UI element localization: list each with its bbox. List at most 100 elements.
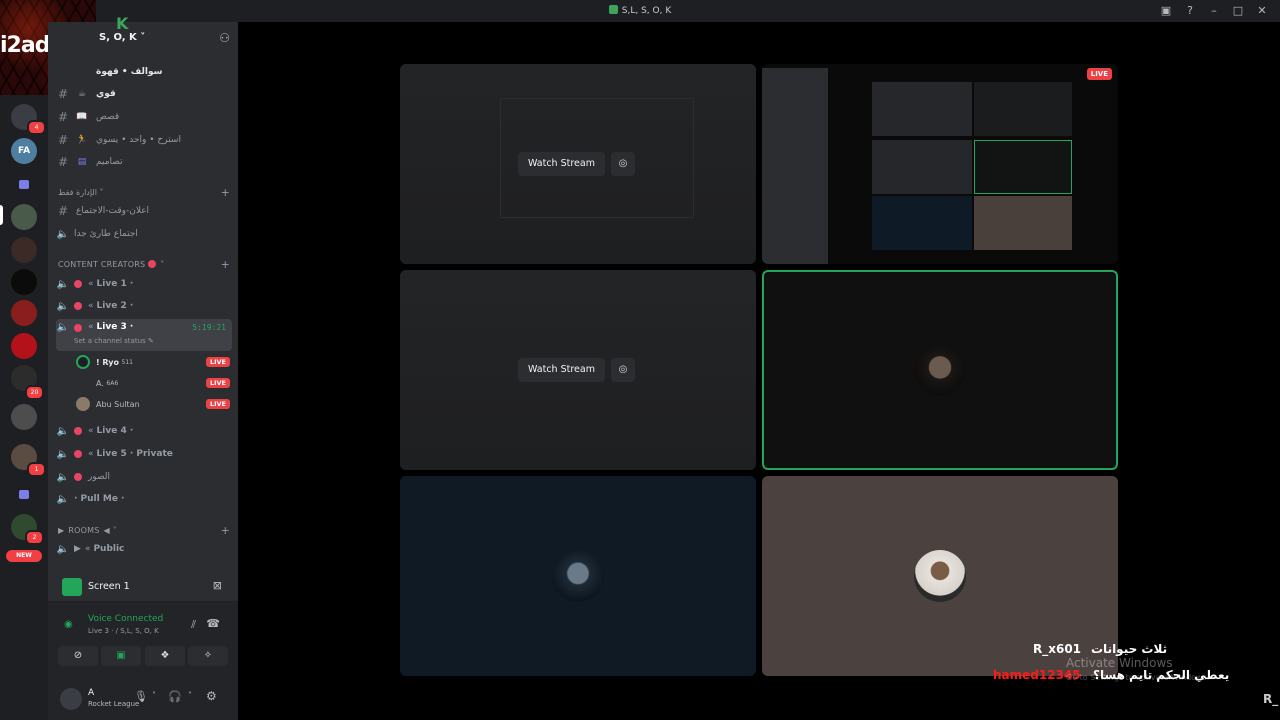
- add-channel-icon[interactable]: +: [221, 258, 230, 271]
- guild-logo: K: [116, 14, 129, 33]
- microphone-icon[interactable]: 🎙: [134, 690, 148, 703]
- user-tile[interactable]: [400, 476, 756, 676]
- server-icon[interactable]: [11, 269, 37, 295]
- avatar: [76, 355, 90, 369]
- camera-button[interactable]: ⊘: [58, 646, 98, 666]
- speaker-icon: 🔈: [56, 278, 70, 290]
- ear-icon: «: [88, 301, 94, 311]
- chat-username: R_x601: [1033, 642, 1082, 656]
- no-entry-icon: [74, 473, 82, 481]
- voice-user[interactable]: A. 6A6 LIVE: [76, 373, 230, 393]
- avatar[interactable]: [60, 688, 82, 710]
- signal-icon[interactable]: ◉: [64, 619, 73, 630]
- live-badge: LIVE: [205, 378, 230, 388]
- maximize-button[interactable]: □: [1226, 0, 1250, 22]
- voice-channel-live-3[interactable]: 🔈 «Live 3 · 5:19:21 Set a channel status …: [56, 319, 232, 351]
- server-icon[interactable]: [11, 204, 37, 230]
- disconnect-icon[interactable]: ☎: [206, 617, 220, 630]
- voice-channel-photos[interactable]: 🔈 الصور: [56, 467, 232, 487]
- text-channel[interactable]: # ▤ تصاميم: [56, 152, 232, 172]
- live-badge: LIVE: [1086, 68, 1112, 80]
- record-icon: [74, 324, 82, 332]
- folder-icon[interactable]: [19, 490, 29, 499]
- voice-channel[interactable]: 🔈 اجتماع طارئ جدا: [56, 224, 232, 244]
- screen-share-button[interactable]: ▣: [101, 646, 141, 666]
- stream-subtile: [974, 140, 1072, 194]
- text-channel[interactable]: # 📖 قصص: [56, 107, 232, 127]
- record-icon: [74, 450, 82, 458]
- hash-icon: #: [57, 204, 69, 218]
- stream-tile[interactable]: Watch Stream ◎: [400, 270, 756, 470]
- voice-channel-public[interactable]: 🔈 ▶ «Public: [56, 539, 232, 559]
- folder-icon[interactable]: [19, 180, 29, 189]
- inbox-icon[interactable]: ▣: [1154, 0, 1178, 22]
- add-member-icon[interactable]: ⚇: [219, 31, 230, 45]
- record-icon: [148, 260, 157, 268]
- add-channel-icon[interactable]: +: [221, 186, 230, 199]
- person-emoji: 🏃: [76, 135, 88, 145]
- close-button[interactable]: ✕: [1250, 0, 1274, 22]
- pencil-icon: ✎: [147, 337, 154, 345]
- live-badge: LIVE: [205, 357, 230, 367]
- server-icon[interactable]: FA: [11, 138, 37, 164]
- activities-button[interactable]: ❖: [145, 646, 185, 666]
- ear-icon: «: [88, 322, 94, 332]
- speaker-icon: 🔈: [56, 300, 70, 312]
- watch-stream-button[interactable]: Watch Stream: [518, 152, 605, 176]
- voice-channel-live-2[interactable]: 🔈 «Live 2 ·: [56, 296, 232, 316]
- settings-gear-icon[interactable]: ⚙: [206, 689, 217, 703]
- voice-stage: Watch Stream ◎ LIVE Watch Stream ◎: [238, 22, 1280, 720]
- minimize-button[interactable]: –: [1202, 0, 1226, 22]
- watch-eye-icon[interactable]: ◎: [610, 152, 635, 176]
- category-content-creators[interactable]: CONTENT CREATORS ˅ +: [58, 256, 230, 272]
- channel-sidebar: K S, O, K ˅ ⚇ سوالف • قهوة # ☕ قوي # 📖 قصص #…: [48, 14, 238, 720]
- add-channel-icon[interactable]: +: [221, 524, 230, 537]
- server-icon[interactable]: [11, 333, 37, 359]
- text-channel[interactable]: سوالف • قهوة: [56, 62, 232, 82]
- speaker-icon: 🔈: [56, 543, 70, 555]
- guild-header[interactable]: K S, O, K ˅ ⚇: [48, 14, 238, 56]
- hash-icon: #: [57, 155, 69, 169]
- corner-text: R_: [1263, 692, 1279, 706]
- channel-emoji: ☕: [77, 89, 87, 99]
- server-icon[interactable]: [11, 300, 37, 326]
- speaker-icon: 🔈: [56, 448, 70, 460]
- server-icon[interactable]: [11, 404, 37, 430]
- title-bar: S,L, S, O, K ▣ ? – □ ✕: [0, 0, 1280, 22]
- voice-channel-live-1[interactable]: 🔈 «Live 1 ·: [56, 274, 232, 294]
- help-icon[interactable]: ?: [1178, 0, 1202, 22]
- screen-share-row[interactable]: Screen 1 ⊠: [48, 572, 238, 602]
- guild-name[interactable]: S, O, K ˅: [99, 32, 145, 43]
- speaker-icon: 🔈: [56, 471, 70, 483]
- voice-user[interactable]: Abu Sultan LIVE: [76, 394, 230, 414]
- watch-eye-icon[interactable]: ◎: [610, 358, 635, 382]
- stream-tile[interactable]: Watch Stream ◎: [400, 64, 756, 264]
- avatar: [76, 397, 90, 411]
- avatar: [76, 376, 90, 390]
- mention-badge: 1: [27, 462, 46, 477]
- watch-stream-controls: Watch Stream ◎: [518, 358, 635, 382]
- headphones-icon[interactable]: 🎧: [168, 690, 182, 703]
- voice-channel-pull-me[interactable]: 🔈 · Pull Me ·: [56, 489, 232, 509]
- new-badge: NEW: [6, 550, 42, 562]
- category-rooms[interactable]: ▶ ROOMS ◀ ˅ +: [58, 522, 230, 538]
- screen-icon: [62, 578, 82, 596]
- user-panel: A Rocket League 🎙 ˅ 🎧 ˅ ⚙: [48, 680, 238, 720]
- noise-suppression-icon[interactable]: ⫽: [191, 618, 196, 632]
- soundboard-button[interactable]: ✧: [188, 646, 228, 666]
- voice-channel-live-5[interactable]: 🔈 «Live 5 · Private: [56, 444, 232, 464]
- category-admin[interactable]: الإدارة فقط ˅ +: [58, 184, 230, 200]
- text-channel[interactable]: # ☕ قوي: [56, 84, 232, 104]
- stop-stream-icon[interactable]: ⊠: [213, 579, 222, 592]
- user-tile-speaking[interactable]: [762, 270, 1118, 470]
- chevron-down-icon[interactable]: ˅: [152, 691, 156, 700]
- text-channel[interactable]: # 🏃 استرح • واحد • يسوي: [56, 130, 232, 150]
- chevron-down-icon[interactable]: ˅: [188, 691, 192, 700]
- server-icon[interactable]: [11, 237, 37, 263]
- text-channel[interactable]: # اعلان-وقت-الاجتماع: [56, 201, 232, 221]
- stream-tile-live[interactable]: LIVE: [762, 64, 1118, 264]
- voice-user[interactable]: ! Ryo 511 LIVE: [76, 352, 230, 372]
- channel-status[interactable]: Set a channel status ✎: [74, 337, 154, 345]
- voice-channel-live-4[interactable]: 🔈 «Live 4 ·: [56, 421, 232, 441]
- watch-stream-button[interactable]: Watch Stream: [518, 358, 605, 382]
